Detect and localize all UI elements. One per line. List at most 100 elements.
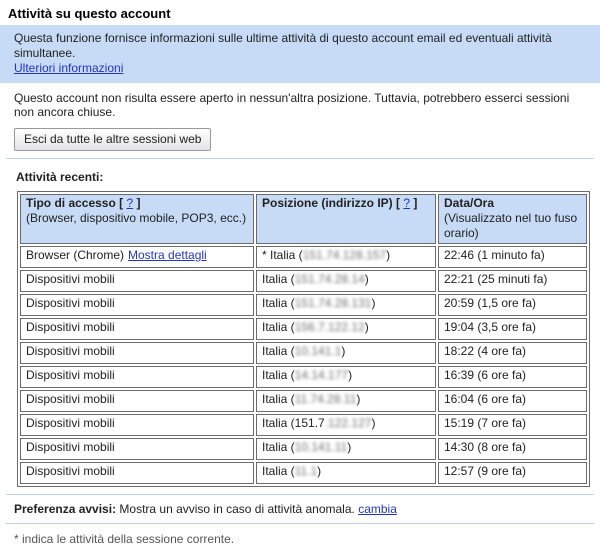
location-cell: Italia (151.74.28.14)	[256, 270, 436, 292]
access-cell: Dispositivi mobili	[20, 342, 254, 364]
access-cell: Dispositivi mobili	[20, 270, 254, 292]
divider	[6, 494, 594, 495]
bracket-close: ]	[137, 196, 141, 210]
header-datetime-sub: (Visualizzato nel tuo fuso orario)	[444, 211, 581, 241]
time-cell: 15:19 (7 ore fa)	[438, 414, 587, 436]
table-row: Browser (Chrome) Mostra dettagli * Italia…	[20, 246, 587, 268]
access-cell: Dispositivi mobili	[20, 294, 254, 316]
location-suffix: )	[365, 272, 369, 286]
table-row: Dispositivi mobili Italia (151.74.28.14)…	[20, 270, 587, 292]
location-suffix: )	[347, 440, 351, 454]
ip-redacted: 10.141.1	[295, 344, 342, 358]
header-location: Posizione (indirizzo IP) [ ? ]	[256, 194, 436, 244]
current-session-footnote: * indica le attività della sessione corr…	[14, 532, 586, 546]
signout-other-sessions-button[interactable]: Esci da tutte le altre sessioni web	[14, 128, 211, 151]
location-cell: Italia (156.7.122.12)	[256, 318, 436, 340]
table-row: Dispositivi mobili Italia (10.141.1) 18:…	[20, 342, 587, 364]
info-banner-text: Questa funzione fornisce informazioni su…	[14, 31, 552, 60]
location-suffix: )	[371, 296, 375, 310]
bracket-open: [	[393, 196, 400, 210]
ip-redacted: 11.1	[295, 464, 317, 478]
location-suffix: )	[386, 248, 390, 262]
ip-redacted: 14.14.177	[295, 368, 348, 382]
time-cell: 16:39 (6 ore fa)	[438, 366, 587, 388]
table-row: Dispositivi mobili Italia (11.1) 12:57 (…	[20, 462, 587, 484]
info-banner: Questa funzione fornisce informazioni su…	[0, 25, 600, 83]
location-cell: * Italia (151.74.128.157)	[256, 246, 436, 268]
location-suffix: )	[365, 320, 369, 334]
location-prefix: Italia (	[262, 296, 295, 310]
location-suffix: )	[348, 368, 352, 382]
header-datetime-title: Data/Ora	[444, 196, 494, 210]
alert-preference-text: Mostra un avviso in caso di attività ano…	[116, 502, 358, 516]
location-suffix: )	[341, 344, 345, 358]
ip-redacted: 11.74.28.11	[295, 392, 357, 406]
header-datetime: Data/Ora (Visualizzato nel tuo fuso orar…	[438, 194, 587, 244]
time-cell: 19:04 (3,5 ore fa)	[438, 318, 587, 340]
bracket-close: ]	[413, 196, 417, 210]
time-cell: 22:21 (25 minuti fa)	[438, 270, 587, 292]
location-prefix: * Italia (	[262, 248, 303, 262]
location-help-link[interactable]: ?	[403, 196, 410, 210]
session-note: Questo account non risulta essere aperto…	[14, 91, 574, 119]
location-prefix: Italia (	[262, 464, 295, 478]
time-cell: 14:30 (8 ore fa)	[438, 438, 587, 460]
time-cell: 22:46 (1 minuto fa)	[438, 246, 587, 268]
bracket-open: [	[116, 196, 123, 210]
access-cell: Dispositivi mobili	[20, 462, 254, 484]
header-access-title: Tipo di accesso	[26, 196, 116, 210]
recent-activity-label: Attività recenti:	[16, 170, 600, 184]
header-access-sub: (Browser, dispositivo mobile, POP3, ecc.…	[26, 211, 248, 226]
session-section: Questo account non risulta essere aperto…	[0, 83, 600, 151]
access-cell: Dispositivi mobili	[20, 438, 254, 460]
ip-redacted: 156.7.122.12	[295, 320, 365, 334]
table-header-row: Tipo di accesso [ ? ] (Browser, disposit…	[20, 194, 587, 244]
alert-preference-label: Preferenza avvisi:	[14, 502, 116, 516]
info-banner-link-row: Ulteriori informazioni	[14, 61, 586, 76]
location-cell: Italia (10.141.1)	[256, 342, 436, 364]
location-suffix: )	[317, 464, 321, 478]
ip-redacted: 10.141.11	[295, 440, 348, 454]
ip-redacted: 151.74.28.14	[295, 272, 365, 286]
ip-redacted: 151.74.128.157	[303, 248, 386, 262]
time-cell: 12:57 (9 ore fa)	[438, 462, 587, 484]
table-row: Dispositivi mobili Italia (156.7.122.12)…	[20, 318, 587, 340]
table-row: Dispositivi mobili Italia (10.141.11) 14…	[20, 438, 587, 460]
page-title: Attività su questo account	[0, 0, 600, 25]
table-row: Dispositivi mobili Italia (11.74.28.11) …	[20, 390, 587, 412]
location-cell: Italia (151.7.122.127)	[256, 414, 436, 436]
location-suffix: )	[371, 416, 375, 430]
location-prefix: Italia (	[262, 320, 295, 334]
learn-more-link[interactable]: Ulteriori informazioni	[14, 61, 123, 75]
divider	[6, 523, 594, 524]
location-prefix: Italia (	[262, 392, 295, 406]
show-details-link[interactable]: Mostra dettagli	[128, 248, 207, 262]
access-cell: Dispositivi mobili	[20, 390, 254, 412]
location-suffix: )	[356, 392, 360, 406]
header-access-type: Tipo di accesso [ ? ] (Browser, disposit…	[20, 194, 254, 244]
access-cell: Dispositivi mobili	[20, 366, 254, 388]
location-cell: Italia (10.141.11)	[256, 438, 436, 460]
table-row: Dispositivi mobili Italia (151.74.28.131…	[20, 294, 587, 316]
header-location-title: Posizione (indirizzo IP)	[262, 196, 393, 210]
ip-redacted: .122.127	[325, 416, 372, 430]
location-prefix: Italia (	[262, 440, 295, 454]
location-prefix: Italia (151.7	[262, 416, 325, 430]
change-preference-link[interactable]: cambia	[358, 502, 397, 516]
location-cell: Italia (14.14.177)	[256, 366, 436, 388]
alert-preference-row: Preferenza avvisi: Mostra un avviso in c…	[14, 502, 586, 516]
location-cell: Italia (151.74.28.131)	[256, 294, 436, 316]
access-cell: Browser (Chrome) Mostra dettagli	[20, 246, 254, 268]
time-cell: 20:59 (1,5 ore fa)	[438, 294, 587, 316]
location-cell: Italia (11.1)	[256, 462, 436, 484]
access-help-link[interactable]: ?	[127, 196, 134, 210]
location-prefix: Italia (	[262, 272, 295, 286]
access-type: Browser (Chrome)	[26, 248, 124, 262]
ip-redacted: 151.74.28.131	[295, 296, 372, 310]
recent-activity-table: Tipo di accesso [ ? ] (Browser, disposit…	[17, 191, 590, 487]
table-row: Dispositivi mobili Italia (14.14.177) 16…	[20, 366, 587, 388]
divider	[6, 158, 594, 159]
location-prefix: Italia (	[262, 368, 295, 382]
location-cell: Italia (11.74.28.11)	[256, 390, 436, 412]
time-cell: 18:22 (4 ore fa)	[438, 342, 587, 364]
